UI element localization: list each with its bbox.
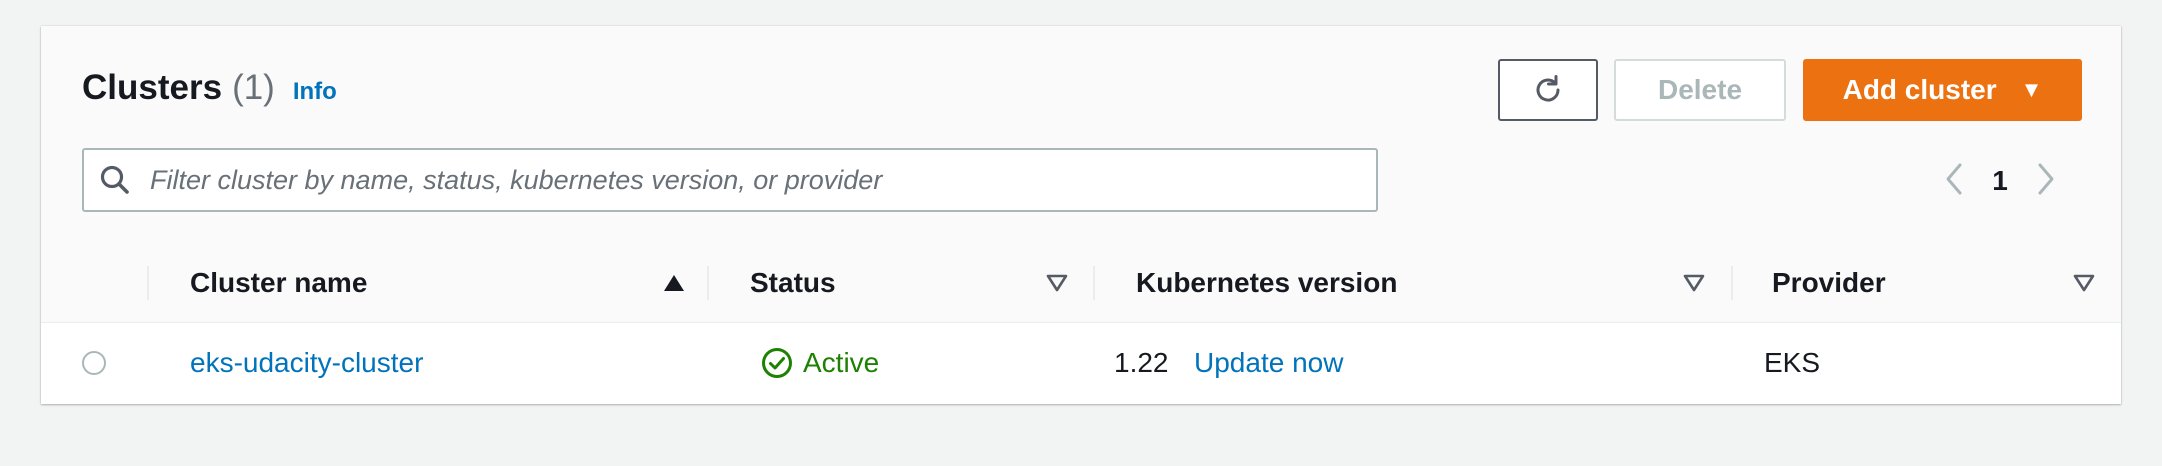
add-cluster-label: Add cluster [1842,74,1997,105]
provider-value: EKS [1764,347,1821,378]
refresh-button[interactable] [1498,59,1598,121]
sort-unsorted-icon[interactable] [2071,270,2097,296]
previous-page-button[interactable] [1934,162,1974,201]
next-page-button[interactable] [2026,162,2066,201]
current-page-number[interactable]: 1 [1974,165,2026,197]
cluster-count: (1) [232,68,275,107]
update-now-link[interactable]: Update now [1194,323,1343,403]
page-title: Clusters [82,68,223,107]
column-header-kubernetes-version[interactable]: Kubernetes version [1136,244,1397,322]
column-header-status[interactable]: Status [750,244,836,322]
chevron-right-icon [2038,163,2054,194]
status-text: Active [803,347,880,378]
column-header-cluster-name[interactable]: Cluster name [190,244,367,322]
sort-unsorted-icon[interactable] [1044,270,1070,296]
search-input[interactable] [148,163,1352,197]
row-select-cell [82,323,106,403]
table-row: eks-udacity-cluster Active 1.22 Update n… [41,323,2121,403]
panel-header: Clusters (1) Info Delete Add cluster ▼ F… [41,26,2121,245]
table-header: Cluster name Status Kubernetes version P… [41,244,2121,323]
column-divider [1093,266,1095,300]
delete-button[interactable]: Delete [1614,59,1786,121]
add-cluster-button[interactable]: Add cluster ▼ [1803,59,2082,121]
column-divider [707,266,709,300]
kubernetes-version-value: 1.22 [1114,347,1169,378]
refresh-icon [1536,75,1560,102]
status-success-icon [762,348,792,378]
sort-unsorted-icon[interactable] [1681,270,1707,296]
search-icon [98,163,132,197]
status-badge: Active [761,323,879,403]
info-link[interactable]: Info [293,78,337,106]
row-select-radio[interactable] [82,351,106,375]
clusters-panel: Clusters (1) Info Delete Add cluster ▼ F… [41,26,2121,404]
sort-ascending-icon[interactable] [661,270,687,296]
chevron-left-icon [1946,163,1962,194]
cluster-name-link[interactable]: eks-udacity-cluster [190,323,423,403]
title-row: Clusters (1) Info [82,68,337,108]
pagination: 1 [1934,156,2094,206]
column-header-provider[interactable]: Provider [1772,244,1886,322]
search-field[interactable] [82,148,1378,212]
column-divider [147,266,149,300]
caret-down-icon: ▼ [2020,77,2043,102]
column-divider [1731,266,1733,300]
